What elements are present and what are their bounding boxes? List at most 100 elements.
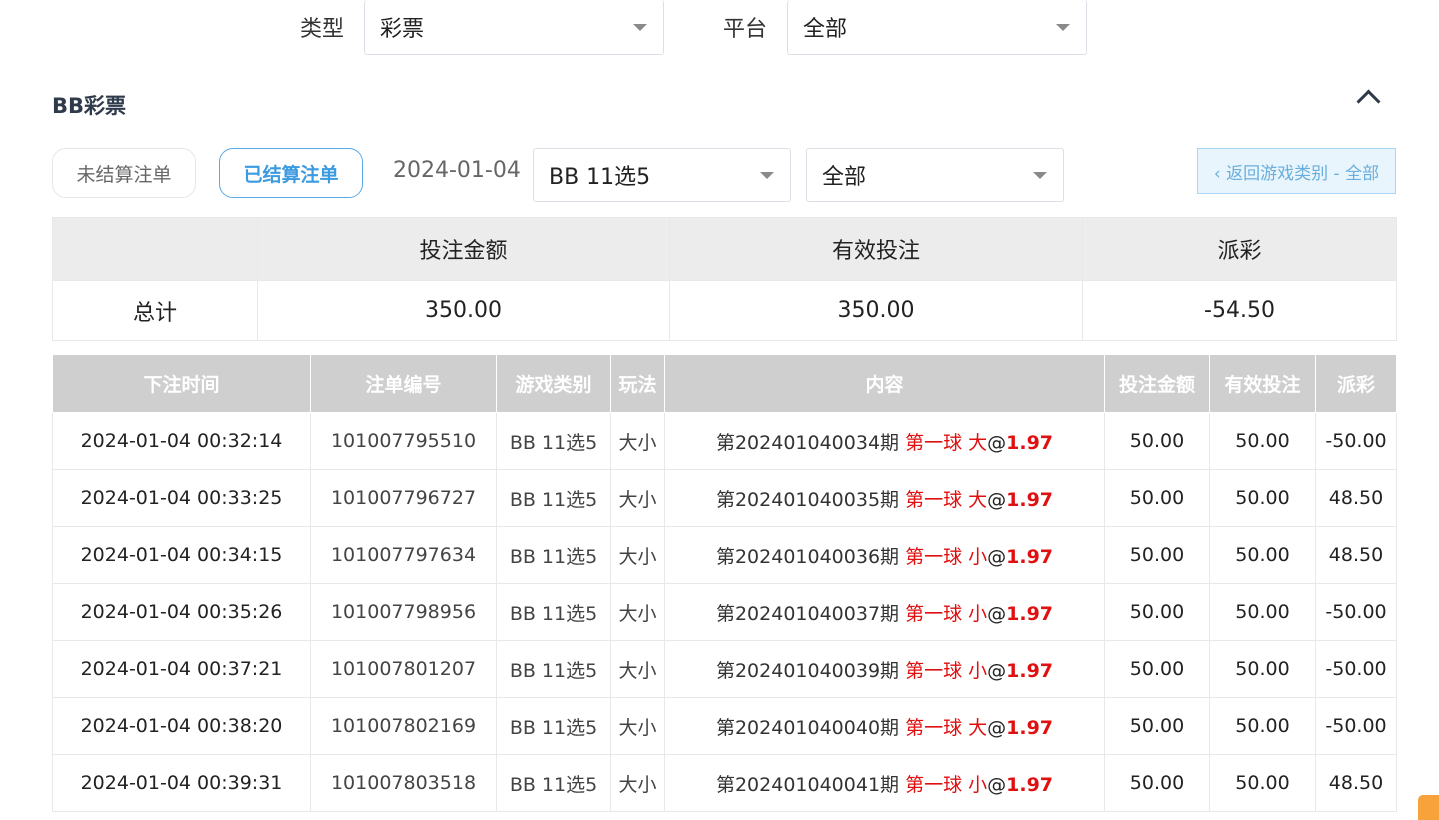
cell-valid-bet: 50.00 xyxy=(1209,640,1316,698)
content-issue: 第202401040034期 xyxy=(715,431,900,454)
content-at: @ xyxy=(987,659,1007,682)
col-header-payout[interactable]: 派彩 xyxy=(1315,354,1397,413)
summary-table: 投注金额 有效投注 派彩 总计 350.00 350.00 -54.50 xyxy=(52,217,1397,341)
table-row: 2024-01-04 00:37:21 101007801207 BB 11选5 大小… xyxy=(52,640,1397,698)
summary-header-bet: 投注金额 xyxy=(257,217,670,281)
floating-gift-icon[interactable] xyxy=(1418,795,1439,820)
game-select[interactable]: BB 11选5 xyxy=(533,148,791,202)
cell-valid-bet: 50.00 xyxy=(1209,754,1316,812)
table-row: 2024-01-04 00:38:20 101007802169 BB 11选5 大小… xyxy=(52,697,1397,755)
content-odds: 1.97 xyxy=(1006,431,1054,454)
content-odds: 1.97 xyxy=(1006,773,1054,796)
cell-content: 第202401040040期 第一球 大@1.97 xyxy=(664,697,1105,755)
cell-payout: 48.50 xyxy=(1315,754,1397,812)
cell-play: 大小 xyxy=(610,640,665,698)
content-odds: 1.97 xyxy=(1006,659,1054,682)
col-header-bet-id[interactable]: 注单编号 xyxy=(310,354,497,413)
content-issue: 第202401040041期 xyxy=(715,773,900,796)
type-select[interactable]: 彩票 xyxy=(364,0,664,55)
tab-unsettled-bets[interactable]: 未结算注单 xyxy=(52,148,196,198)
back-to-game-category-button[interactable]: ‹ 返回游戏类别 - 全部 xyxy=(1197,148,1396,194)
cell-game: BB 11选5 xyxy=(496,640,611,698)
cell-content: 第202401040034期 第一球 大@1.97 xyxy=(664,412,1105,470)
cell-content: 第202401040036期 第一球 小@1.97 xyxy=(664,526,1105,584)
col-header-content[interactable]: 内容 xyxy=(664,354,1105,413)
cell-payout: 48.50 xyxy=(1315,469,1397,527)
cell-bet-amount: 50.00 xyxy=(1104,754,1210,812)
cell-game: BB 11选5 xyxy=(496,583,611,641)
scope-select-value: 全部 xyxy=(822,165,867,190)
cell-bet-amount: 50.00 xyxy=(1104,640,1210,698)
content-at: @ xyxy=(987,602,1007,625)
section-title: BB彩票 xyxy=(52,94,127,118)
cell-bet-amount: 50.00 xyxy=(1104,583,1210,641)
content-issue: 第202401040039期 xyxy=(715,659,900,682)
table-row: 2024-01-04 00:32:14 101007795510 BB 11选5 大小… xyxy=(52,412,1397,470)
content-pick: 第一球 大 xyxy=(905,431,988,454)
bet-records-table: 下注时间 注单编号 游戏类别 玩法 内容 投注金额 有效投注 派彩 2024-0… xyxy=(52,354,1397,812)
content-odds: 1.97 xyxy=(1006,716,1054,739)
cell-play: 大小 xyxy=(610,697,665,755)
back-button-label: ‹ 返回游戏类别 - 全部 xyxy=(1213,163,1380,184)
cell-content: 第202401040035期 第一球 大@1.97 xyxy=(664,469,1105,527)
cell-payout: -50.00 xyxy=(1315,697,1397,755)
content-odds: 1.97 xyxy=(1006,545,1054,568)
cell-payout: -50.00 xyxy=(1315,412,1397,470)
scope-select[interactable]: 全部 xyxy=(806,148,1064,202)
content-issue: 第202401040036期 xyxy=(715,545,900,568)
date-display[interactable]: 2024-01-04 xyxy=(393,158,521,183)
cell-payout: 48.50 xyxy=(1315,526,1397,584)
cell-time: 2024-01-04 00:38:20 xyxy=(52,697,311,755)
cell-valid-bet: 50.00 xyxy=(1209,469,1316,527)
col-header-play[interactable]: 玩法 xyxy=(610,354,665,413)
cell-bet-id: 101007803518 xyxy=(310,754,497,812)
cell-bet-amount: 50.00 xyxy=(1104,697,1210,755)
content-odds: 1.97 xyxy=(1006,488,1054,511)
cell-valid-bet: 50.00 xyxy=(1209,412,1316,470)
content-pick: 第一球 小 xyxy=(905,773,988,796)
platform-select-value: 全部 xyxy=(803,17,848,42)
chevron-down-icon xyxy=(760,172,774,179)
platform-label: 平台 xyxy=(723,17,768,42)
cell-content: 第202401040039期 第一球 小@1.97 xyxy=(664,640,1105,698)
cell-valid-bet: 50.00 xyxy=(1209,583,1316,641)
col-header-bet-amount[interactable]: 投注金额 xyxy=(1104,354,1210,413)
content-pick: 第一球 大 xyxy=(905,716,988,739)
table-row: 2024-01-04 00:39:31 101007803518 BB 11选5 大小… xyxy=(52,754,1397,812)
chevron-down-icon xyxy=(1033,172,1047,179)
cell-bet-amount: 50.00 xyxy=(1104,526,1210,584)
summary-header-valid: 有效投注 xyxy=(669,217,1083,281)
cell-play: 大小 xyxy=(610,583,665,641)
cell-time: 2024-01-04 00:32:14 xyxy=(52,412,311,470)
cell-bet-id: 101007802169 xyxy=(310,697,497,755)
cell-game: BB 11选5 xyxy=(496,697,611,755)
cell-payout: -50.00 xyxy=(1315,583,1397,641)
content-issue: 第202401040040期 xyxy=(715,716,900,739)
content-pick: 第一球 小 xyxy=(905,602,988,625)
content-at: @ xyxy=(987,488,1007,511)
cell-time: 2024-01-04 00:34:15 xyxy=(52,526,311,584)
summary-total-bet: 350.00 xyxy=(257,280,670,341)
summary-header-blank xyxy=(52,217,258,281)
content-pick: 第一球 小 xyxy=(905,545,988,568)
cell-time: 2024-01-04 00:35:26 xyxy=(52,583,311,641)
summary-total-row: 总计 350.00 350.00 -54.50 xyxy=(52,280,1397,341)
cell-content: 第202401040037期 第一球 小@1.97 xyxy=(664,583,1105,641)
col-header-valid-bet[interactable]: 有效投注 xyxy=(1209,354,1316,413)
cell-bet-id: 101007801207 xyxy=(310,640,497,698)
cell-play: 大小 xyxy=(610,526,665,584)
cell-game: BB 11选5 xyxy=(496,754,611,812)
collapse-chevron-up-icon[interactable] xyxy=(1356,89,1381,114)
col-header-time[interactable]: 下注时间 xyxy=(52,354,311,413)
cell-play: 大小 xyxy=(610,754,665,812)
platform-select[interactable]: 全部 xyxy=(787,0,1087,55)
cell-time: 2024-01-04 00:37:21 xyxy=(52,640,311,698)
content-at: @ xyxy=(987,773,1007,796)
game-select-value: BB 11选5 xyxy=(549,165,651,190)
tab-settled-bets[interactable]: 已结算注单 xyxy=(219,148,363,198)
chevron-down-icon xyxy=(1056,24,1070,31)
summary-total-payout: -54.50 xyxy=(1082,280,1397,341)
type-select-value: 彩票 xyxy=(380,17,425,42)
col-header-game[interactable]: 游戏类别 xyxy=(496,354,611,413)
cell-bet-id: 101007797634 xyxy=(310,526,497,584)
